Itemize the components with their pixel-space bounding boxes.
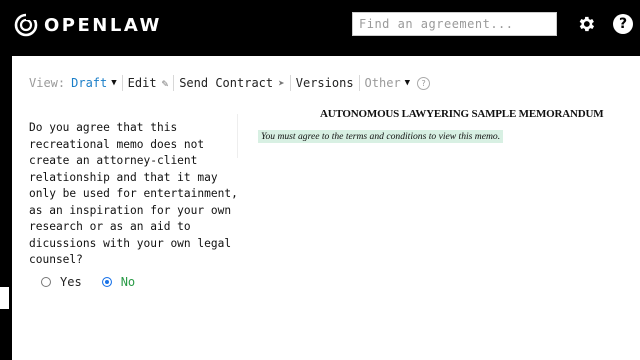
search-agreements-input[interactable] — [352, 12, 557, 36]
document-toolbar: View: Draft ▼ Edit ✎ Send Contract ➤ Ver… — [29, 75, 431, 91]
yes-radio[interactable] — [41, 277, 51, 287]
send-contract-label: Send Contract — [179, 76, 274, 90]
paper-plane-icon: ➤ — [278, 76, 285, 90]
view-selector[interactable]: View: Draft ▼ — [29, 75, 122, 91]
gear-icon[interactable] — [576, 14, 596, 34]
other-label: Other — [364, 76, 401, 90]
collapse-handle[interactable] — [0, 287, 9, 309]
help-icon[interactable]: ? — [613, 14, 633, 34]
no-label[interactable]: No — [121, 275, 135, 289]
terms-notice: You must agree to the terms and conditio… — [258, 130, 504, 143]
contract-panel: View: Draft ▼ Edit ✎ Send Contract ➤ Ver… — [12, 56, 640, 360]
pencil-icon: ✎ — [161, 76, 169, 90]
send-contract-button[interactable]: Send Contract ➤ — [174, 75, 290, 91]
edit-button[interactable]: Edit ✎ — [123, 75, 174, 91]
versions-label: Versions — [295, 76, 354, 90]
answer-radio-group: Yes No — [41, 275, 155, 289]
chevron-down-icon: ▼ — [111, 78, 117, 88]
help-circle-icon[interactable]: ? — [417, 76, 431, 90]
openlaw-logo-icon — [14, 13, 38, 37]
column-divider — [237, 114, 238, 158]
edit-label: Edit — [127, 76, 157, 90]
versions-button[interactable]: Versions — [291, 75, 359, 91]
yes-label[interactable]: Yes — [60, 275, 82, 289]
openlaw-logo[interactable]: OPENLAW — [14, 12, 162, 38]
memo-title: AUTONOMOUS LAWYERING SAMPLE MEMORANDUM — [320, 108, 604, 120]
logo-text: OPENLAW — [44, 14, 162, 36]
chevron-down-icon: ▼ — [404, 78, 411, 88]
view-label: View: — [29, 76, 66, 90]
other-dropdown[interactable]: Other ▼ — [360, 75, 416, 91]
agreement-question: Do you agree that this recreational memo… — [29, 121, 238, 266]
no-radio[interactable] — [101, 277, 112, 287]
top-navigation-bar: OPENLAW ? — [0, 0, 640, 52]
view-value: Draft — [71, 76, 108, 90]
